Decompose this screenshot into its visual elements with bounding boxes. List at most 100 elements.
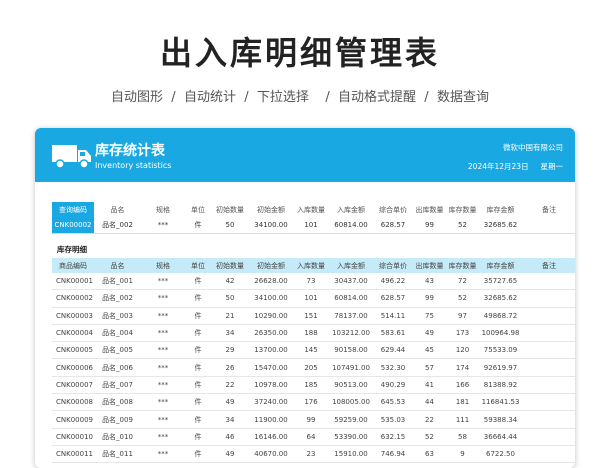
table-cell: 10978.00 — [249, 376, 293, 395]
table-row: CNK00010 品名_010 *** 件 46 16146.00 64 53390.00 63… — [52, 428, 575, 446]
query-cell: 628.57 — [373, 217, 413, 234]
table-cell: 10290.00 — [249, 307, 293, 325]
detail-header-5: 初始金额 — [249, 258, 293, 273]
table-cell: 52 — [413, 428, 446, 446]
table-cell: 9 — [446, 445, 479, 464]
detail-header-1: 品名 — [94, 258, 141, 273]
table-cell: 81388.92 — [479, 376, 522, 395]
table-cell — [522, 358, 575, 377]
table-cell: 品名_008 — [94, 393, 141, 412]
table-cell: 173 — [446, 324, 479, 343]
table-cell: 品名_006 — [94, 358, 141, 377]
table-cell: 174 — [446, 358, 479, 377]
detail-header-6: 入库数量 — [293, 258, 329, 273]
table-cell: CNK00009 — [52, 410, 94, 429]
table-cell: 件 — [185, 428, 211, 446]
table-cell: 34 — [211, 410, 249, 429]
query-cell: 101 — [293, 217, 329, 234]
table-cell — [522, 324, 575, 343]
detail-header-4: 初始数量 — [211, 258, 249, 273]
table-cell: 111 — [446, 410, 479, 429]
query-header-8: 综合单价 — [379, 205, 407, 214]
query-cell: 34100.00 — [249, 217, 293, 234]
detail-header-10: 库存数量 — [446, 258, 479, 273]
detail-header-8: 综合单价 — [373, 258, 413, 273]
table-cell: 496.22 — [373, 273, 413, 291]
table-cell: 52 — [446, 289, 479, 308]
query-cell: 件 — [185, 217, 211, 234]
query-header-1: 品名 — [110, 205, 125, 214]
table-cell: 90158.00 — [329, 341, 373, 360]
detail-header-2: 规格 — [141, 258, 185, 273]
table-cell: 645.53 — [373, 393, 413, 412]
table-cell: 628.57 — [373, 289, 413, 308]
query-cell — [522, 217, 575, 234]
table-cell: 583.61 — [373, 324, 413, 343]
query-code-select[interactable]: CNK00002 — [52, 217, 94, 234]
table-cell: CNK00005 — [52, 341, 94, 360]
detail-header-12: 备注 — [522, 258, 575, 273]
table-cell: 59259.00 — [329, 410, 373, 429]
query-header-11: 库存金额 — [486, 205, 515, 214]
table-cell: *** — [141, 289, 185, 308]
table-cell: 41 — [413, 376, 446, 395]
table-cell: 49 — [413, 324, 446, 343]
table-row: CNK00006 品名_006 *** 件 26 15470.00 205 107491.00… — [52, 358, 575, 377]
table-cell: 53390.00 — [329, 428, 373, 446]
table-cell: 107491.00 — [329, 358, 373, 377]
detail-header-0: 商品编码 — [52, 258, 94, 273]
table-cell: 60814.00 — [329, 289, 373, 308]
table-cell: 15470.00 — [249, 358, 293, 377]
table-cell: 件 — [185, 289, 211, 308]
table-cell — [522, 289, 575, 308]
table-row: CNK00003 品名_003 *** 件 21 10290.00 151 78137.00 5… — [52, 307, 575, 325]
table-row: CNK00001 品名_001 *** 件 42 26628.00 73 30437.00 49… — [52, 273, 575, 291]
query-header-5: 初始金额 — [257, 205, 285, 214]
table-row: CNK00011 品名_011 *** 件 49 40670.00 23 15910.00 74… — [52, 445, 575, 464]
table-cell: CNK00011 — [52, 445, 94, 464]
feature-list: 自动图形 / 自动统计 / 下拉选择 / 自动格式提醒 / 数据查询 — [111, 90, 489, 105]
table-cell: 件 — [185, 410, 211, 429]
table-cell: *** — [141, 376, 185, 395]
table-cell: 166 — [446, 376, 479, 395]
table-cell — [522, 273, 575, 291]
detail-header-3: 单位 — [185, 258, 211, 273]
table-cell: 99 — [293, 410, 329, 429]
table-cell: 30437.00 — [329, 273, 373, 291]
table-cell: 514.11 — [373, 307, 413, 325]
query-cell: 品名_002 — [94, 217, 141, 234]
table-cell — [522, 393, 575, 412]
table-cell: 29 — [211, 341, 249, 360]
table-cell: 26350.00 — [249, 324, 293, 343]
table-cell: 品名_001 — [94, 273, 141, 291]
table-cell: 58 — [446, 428, 479, 446]
table-cell — [522, 410, 575, 429]
card-subtitle: Inventory statistics — [95, 161, 172, 170]
report-date: 2024年12月23日 星期一 — [467, 162, 563, 171]
table-cell: 40670.00 — [249, 445, 293, 464]
query-table: 查询编码 品名 规格 单位 初始数量 初始金额 入库数量 入库金额 综合单价 出库数量 库存数量 库存… — [52, 202, 575, 234]
table-cell: 件 — [185, 307, 211, 325]
table-cell: 64 — [293, 428, 329, 446]
query-header-2: 规格 — [156, 205, 170, 214]
table-cell: 品名_003 — [94, 307, 141, 325]
table-cell: *** — [141, 324, 185, 343]
table-cell — [522, 428, 575, 446]
table-cell: 746.94 — [373, 445, 413, 464]
table-cell: 45 — [413, 341, 446, 360]
query-cell: 52 — [446, 217, 479, 234]
table-cell: 品名_007 — [94, 376, 141, 395]
table-cell: 32685.62 — [479, 289, 522, 308]
table-cell: *** — [141, 358, 185, 377]
table-cell: 50 — [211, 289, 249, 308]
query-cell: 32685.62 — [479, 217, 522, 234]
table-cell: 品名_005 — [94, 341, 141, 360]
query-cell: 50 — [211, 217, 249, 234]
table-cell: 23 — [293, 445, 329, 464]
table-cell: CNK00001 — [52, 273, 94, 291]
table-cell: 59388.34 — [479, 410, 522, 429]
table-cell: CNK00007 — [52, 376, 94, 395]
table-cell: 件 — [185, 273, 211, 291]
table-cell: 品名_002 — [94, 289, 141, 308]
table-row: CNK00004 品名_004 *** 件 34 26350.00 188 103212.00… — [52, 324, 575, 343]
